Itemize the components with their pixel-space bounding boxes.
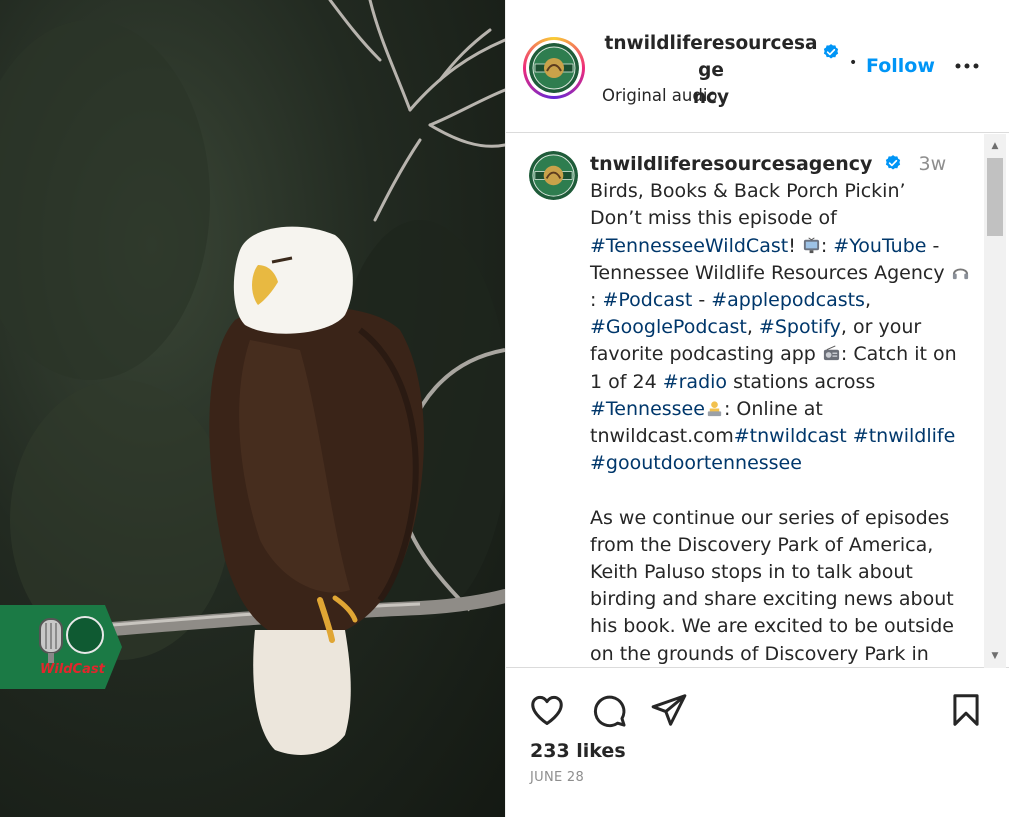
caption-scrollbar[interactable]: ▲ ▼ xyxy=(984,134,1006,668)
caption-timestamp[interactable]: 3w xyxy=(919,153,947,175)
caption-text-segment: Don’t miss this episode of xyxy=(590,207,837,230)
hashtag-tennessee[interactable]: #Tennessee xyxy=(590,398,705,420)
page-right-gutter xyxy=(1009,0,1027,817)
hashtag-podcast[interactable]: #Podcast xyxy=(602,289,692,311)
hashtag-gooutdoortennessee[interactable]: #gooutdoortennessee xyxy=(590,452,802,474)
hashtag-tennesseewildcast[interactable]: #TennesseeWildCast xyxy=(590,235,788,257)
post-actions: 233 likes JUNE 28 xyxy=(506,669,1010,817)
hashtag-youtube[interactable]: #YouTube xyxy=(833,235,926,257)
header-separator: • xyxy=(849,55,858,71)
heart-icon[interactable] xyxy=(528,691,566,729)
verified-badge-icon xyxy=(823,44,839,59)
follow-button[interactable]: Follow xyxy=(866,55,935,77)
scroll-down-arrow-icon[interactable]: ▼ xyxy=(984,647,1006,665)
more-options-icon[interactable] xyxy=(954,56,980,76)
post-details-panel: tnwildliferesourcesage ncy • Follow Orig… xyxy=(505,0,1010,817)
television-emoji-icon xyxy=(803,237,819,253)
share-icon[interactable] xyxy=(650,691,688,729)
post-header: tnwildliferesourcesage ncy • Follow Orig… xyxy=(506,0,1010,133)
hashtag-googlepodcast[interactable]: #GooglePodcast xyxy=(590,316,747,338)
caption-text-segment: : xyxy=(590,289,603,312)
eagle-photo xyxy=(0,0,505,755)
headphones-emoji-icon xyxy=(952,268,968,279)
original-audio-link[interactable]: Original audio xyxy=(602,86,718,105)
hashtag-applepodcasts[interactable]: #applepodcasts xyxy=(711,289,865,311)
caption-text-segment: stations across xyxy=(727,370,876,393)
twra-logo-avatar xyxy=(529,43,579,93)
hashtag-radio[interactable]: #radio xyxy=(663,371,727,393)
caption-text-segment: ! xyxy=(788,234,802,257)
caption-text-segment: , xyxy=(746,316,759,339)
caption-line-title: Birds, Books & Back Porch Pickin’ xyxy=(590,180,906,203)
svg-text:WildCast: WildCast xyxy=(40,662,106,677)
verified-badge-icon xyxy=(886,155,901,170)
caption-username[interactable]: tnwildliferesourcesagency xyxy=(590,153,872,175)
person-at-laptop-emoji-icon xyxy=(707,401,722,416)
scroll-up-arrow-icon[interactable]: ▲ xyxy=(984,137,1006,155)
wildcast-logo-badge: WildCast xyxy=(0,605,122,689)
hashtag-tnwildcast[interactable]: #tnwildcast xyxy=(734,425,847,447)
scrollbar-thumb[interactable] xyxy=(987,158,1003,236)
caption-paragraph-2: As we continue our series of episodes fr… xyxy=(590,506,954,665)
hashtag-tnwildlife[interactable]: #tnwildlife xyxy=(853,425,956,447)
caption-scroll-area[interactable]: tnwildliferesourcesagency 3w Birds, Book… xyxy=(506,134,1010,668)
post-media[interactable]: WildCast xyxy=(0,0,505,817)
post-date[interactable]: JUNE 28 xyxy=(530,770,584,785)
caption-text: tnwildliferesourcesagency 3w Birds, Book… xyxy=(590,151,970,667)
bookmark-icon[interactable] xyxy=(947,691,985,729)
hashtag-spotify[interactable]: #Spotify xyxy=(759,316,841,338)
likes-count[interactable]: 233 likes xyxy=(530,740,626,762)
header-username-line1: tnwildliferesourcesage xyxy=(604,33,818,81)
comment-icon[interactable] xyxy=(590,691,628,729)
radio-emoji-icon xyxy=(823,345,839,361)
caption-text-segment: : xyxy=(820,234,834,257)
caption-text-segment: , xyxy=(864,289,872,312)
caption-text-segment: - xyxy=(692,289,712,312)
caption-avatar[interactable] xyxy=(529,151,578,200)
story-ring-avatar[interactable] xyxy=(523,37,585,99)
